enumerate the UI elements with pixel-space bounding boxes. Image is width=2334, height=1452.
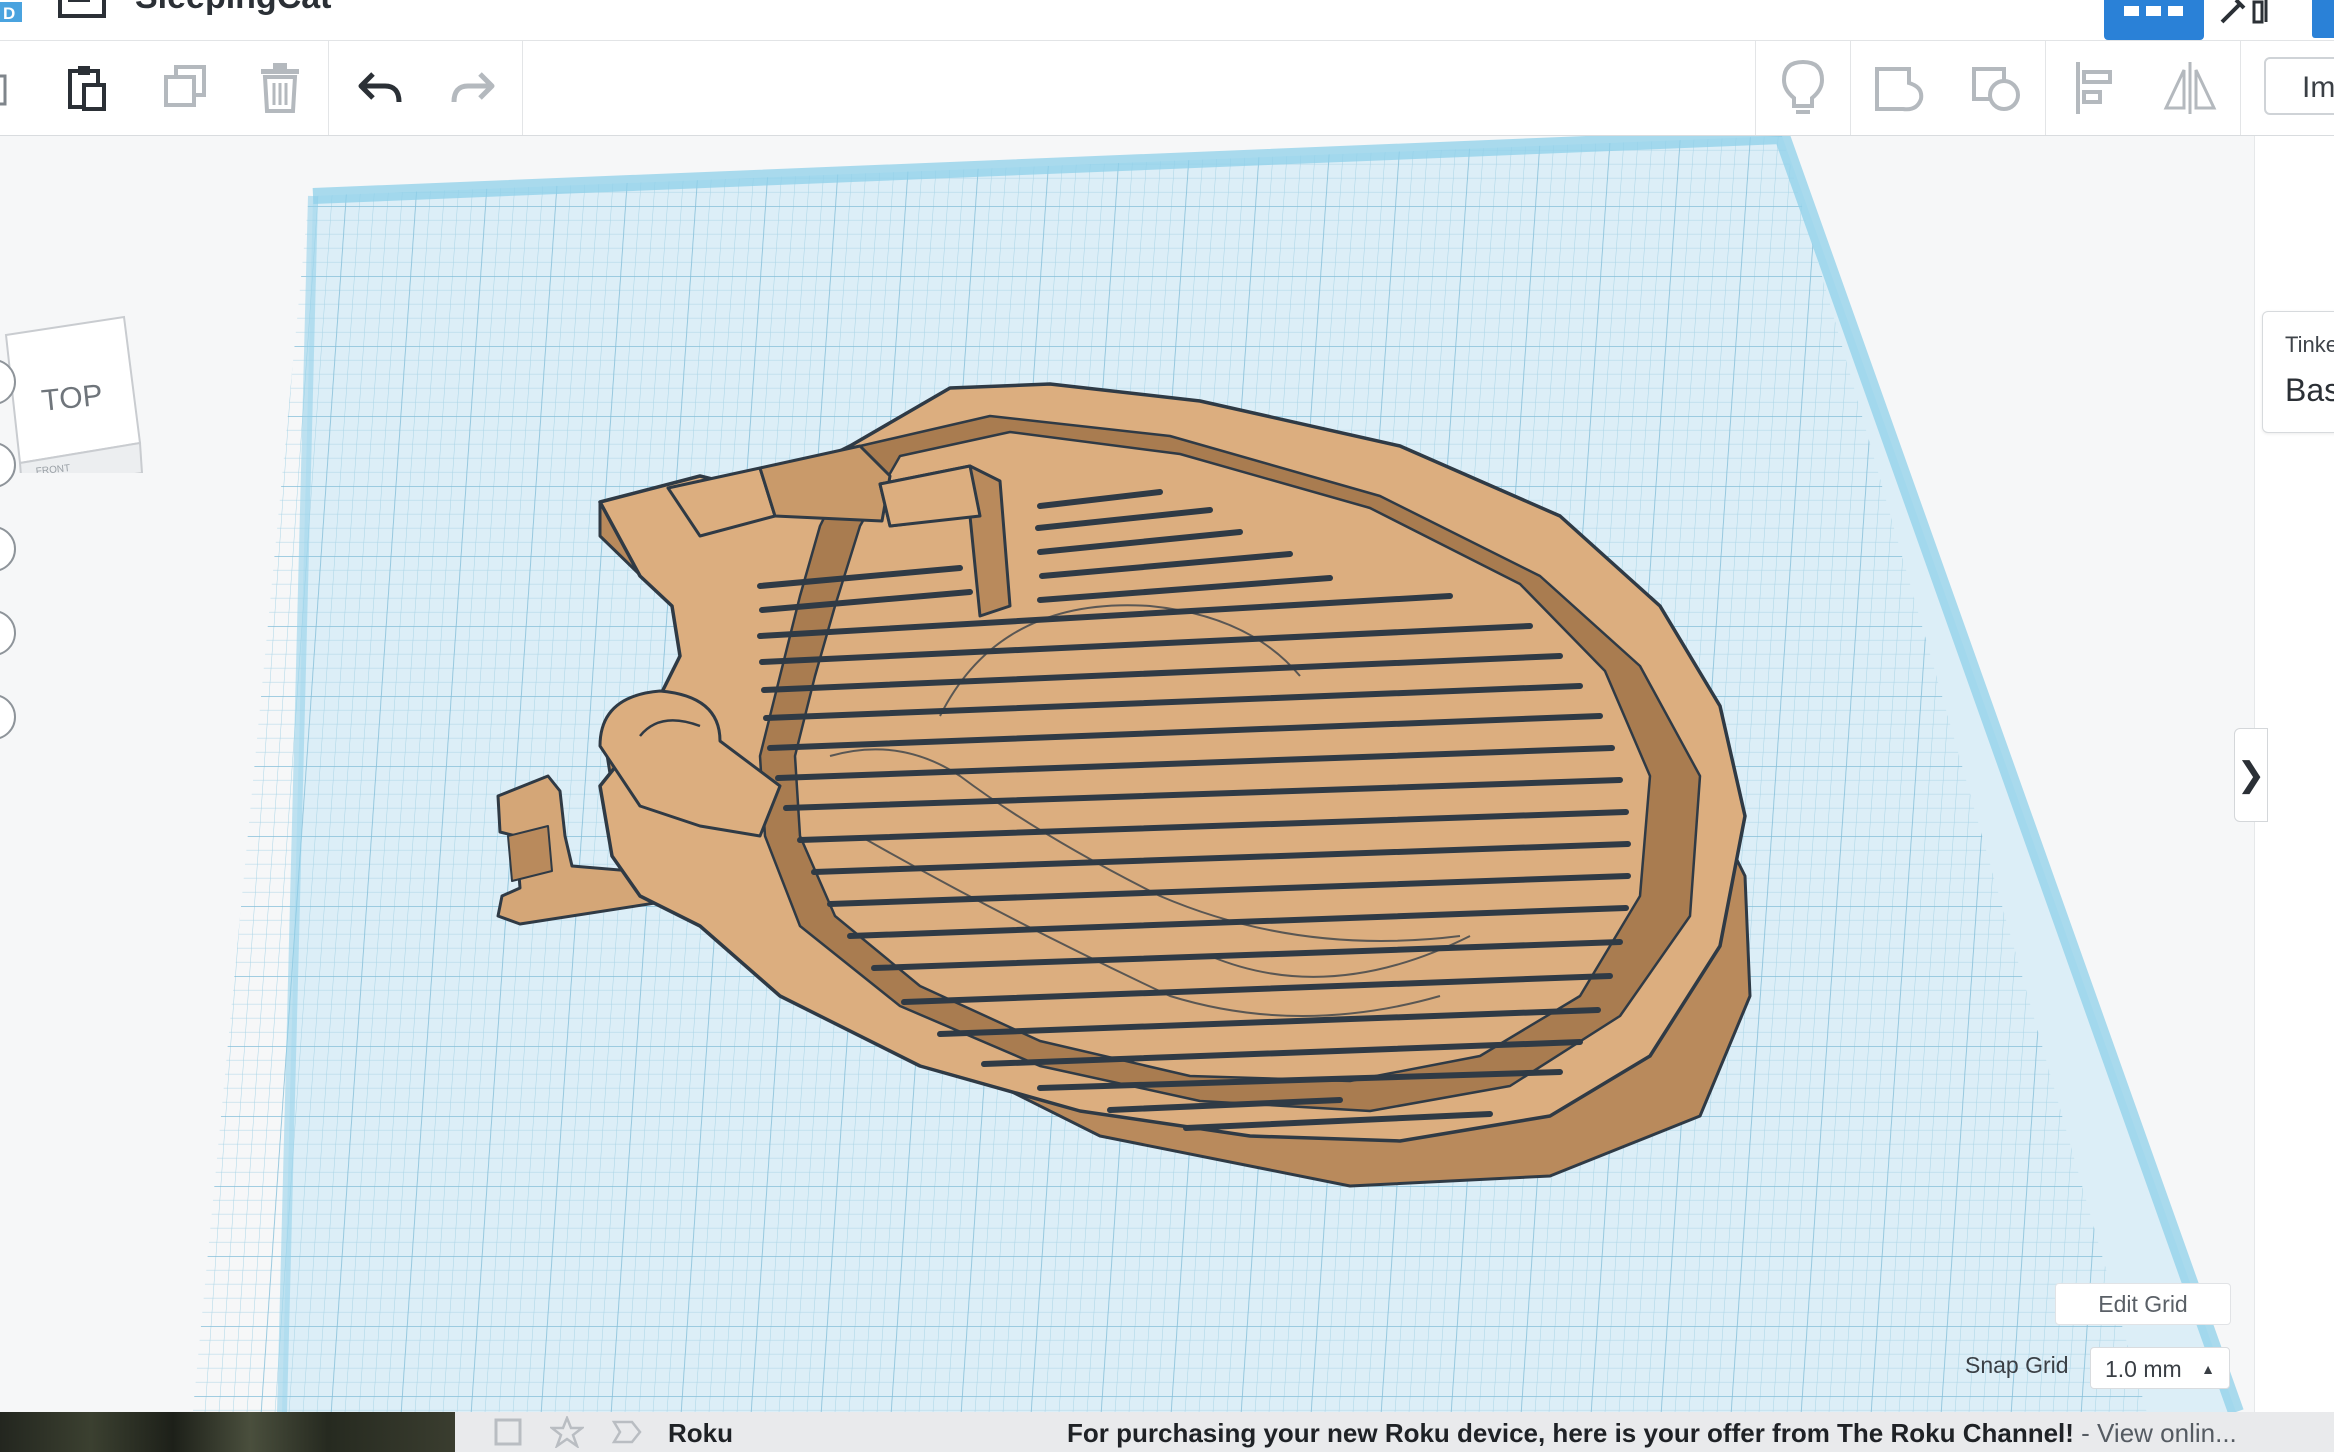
design-name[interactable]: SleepingCat [135,0,331,17]
email-snippet: - View onlin... [2073,1418,2237,1448]
paste-button[interactable] [52,41,122,135]
star-icon[interactable] [550,1416,584,1448]
trash-icon [261,63,299,113]
group-button[interactable] [1865,41,1935,135]
edit-grid-button[interactable]: Edit Grid [2055,1283,2231,1325]
ungroup-icon [1972,67,2020,111]
toolbar-separator [522,41,523,135]
view-cube-top-label: TOP [40,379,104,418]
edit-toolbar: Im [0,41,2334,136]
caret-up-icon: ▲ [2201,1361,2215,1377]
email-subject: For purchasing your new Roku device, her… [1067,1418,2237,1449]
lightbulb-icon [1781,59,1825,114]
delete-button[interactable] [245,41,315,135]
important-marker-icon[interactable] [610,1418,644,1446]
duplicate-button[interactable] [150,41,220,135]
redo-button[interactable] [438,41,508,135]
email-sender: Roku [668,1418,733,1448]
3d-view-button[interactable] [2104,0,2204,40]
ungroup-button[interactable] [1962,41,2032,135]
copy-icon [0,74,7,106]
undo-icon [358,72,402,103]
paste-icon [68,66,106,111]
email-notification-strip[interactable]: Roku For purchasing your new Roku device… [0,1412,2334,1452]
email-subject-text: For purchasing your new Roku device, her… [1067,1418,2074,1448]
mirror-icon [2163,62,2217,114]
workplane-area: TOP FRONT Edit Grid Snap Grid 1.0 mm ▲ [0,136,2334,1412]
toolbar-separator [2045,41,2046,135]
group-icon [1875,67,1924,112]
toolbar-separator [328,41,329,135]
checkbox-icon[interactable] [492,1418,526,1446]
account-button[interactable] [2312,0,2334,38]
align-icon [2076,62,2112,114]
tinkercad-logo[interactable]: D [0,0,34,34]
toolbar-separator [1850,41,1851,135]
design-menu-icon[interactable] [58,0,110,20]
undo-button[interactable] [345,41,415,135]
snap-grid-label: Snap Grid [1965,1352,2069,1378]
panel-collapse-button[interactable]: ❯ [2234,728,2268,822]
shapes-category-value: Bas [2285,372,2334,408]
align-button[interactable] [2060,41,2130,135]
shapes-category-selector[interactable]: Tinke Bas [2262,311,2334,433]
snap-grid-value: 1.0 mm [2105,1356,2182,1382]
duplicate-icon [164,65,206,107]
chevron-right-icon: ❯ [2236,756,2266,794]
shapes-library-brand: Tinke [2285,332,2334,357]
snap-grid-select[interactable]: 1.0 mm ▲ [2090,1347,2230,1389]
view-cube[interactable]: TOP FRONT [0,313,150,473]
notes-button[interactable] [1768,41,1838,135]
workplane-canvas[interactable] [0,136,2334,1412]
redo-icon [451,72,495,103]
toolbar-separator [2240,41,2241,135]
title-bar: D SleepingCat [0,0,2334,41]
copy-button[interactable] [0,41,20,135]
notification-thumbnail [0,1412,455,1452]
import-button[interactable]: Im [2264,57,2334,115]
blocks-view-icon[interactable] [2218,0,2278,28]
toolbar-separator [1755,41,1756,135]
svg-text:D: D [3,4,15,23]
mirror-button[interactable] [2155,41,2225,135]
